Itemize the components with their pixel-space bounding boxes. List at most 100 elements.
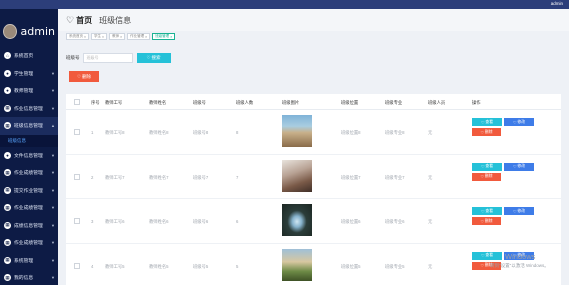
- chevron-down-icon: ▼: [51, 170, 55, 176]
- avatar[interactable]: [3, 23, 17, 39]
- edit-button[interactable]: ♡ 修改: [504, 118, 534, 126]
- cell-major: 班级专业7: [385, 174, 405, 180]
- sidebar-subitem[interactable]: 班级信息: [0, 134, 58, 147]
- cell-index: 4: [91, 263, 94, 269]
- tab-tag-label: 系统首页: [69, 34, 83, 38]
- cell-count: 7: [236, 174, 239, 180]
- sidebar-brand: admin: [3, 18, 55, 44]
- cell-index: 2: [91, 174, 94, 180]
- delete-selected-button[interactable]: ♡ 删除: [69, 71, 99, 82]
- row-checkbox[interactable]: [74, 173, 80, 180]
- page-header: ♡ 首页 班级信息: [58, 9, 569, 31]
- sidebar-item[interactable]: ▦ 作业成绩管理 ▼: [0, 164, 58, 182]
- edit-button[interactable]: ♡ 修改: [504, 162, 534, 171]
- eye-icon: ♡: [481, 209, 485, 214]
- close-icon[interactable]: ×: [102, 35, 104, 39]
- column-header: 班级专业: [385, 99, 403, 105]
- delete-button[interactable]: ♡ 删除: [472, 217, 501, 225]
- search-input[interactable]: 班级号: [82, 53, 133, 63]
- heart-icon: ♡: [146, 55, 151, 60]
- edit-button-label: 修改: [517, 119, 525, 124]
- select-all-checkbox[interactable]: [74, 99, 80, 105]
- table-row: 4 教师工号5 教师姓名5 班级号5 5 班级位置5 班级专业5 无 ♡ 查看 ♡ 修改 ♡ 删除: [66, 244, 561, 285]
- top-bar: admin: [0, 0, 569, 9]
- home-icon: ⌂: [4, 52, 11, 60]
- sidebar-item[interactable]: ● 教师管理 ▼: [0, 82, 58, 100]
- eye-icon: ♡: [481, 120, 485, 125]
- class-photo: [282, 248, 312, 281]
- table-header: 序号 教师工号 教师姓名 班级号 班级人数 班级图片 班级位置 班级专业 班级人员 操作: [66, 94, 561, 110]
- edit-button-label: 修改: [517, 164, 525, 168]
- top-user-name[interactable]: admin: [551, 1, 563, 6]
- breadcrumb-home[interactable]: 首页: [76, 15, 92, 26]
- sidebar-item[interactable]: ● 文件信息管理 ▼: [0, 147, 58, 165]
- close-icon[interactable]: ×: [145, 35, 147, 39]
- column-header: 班级位置: [341, 99, 359, 105]
- tab-tag[interactable]: 系统首页 ×: [66, 33, 90, 40]
- cell-teacher-id: 教师工号8: [105, 130, 125, 135]
- sidebar-item[interactable]: ▦ 我的信息 ▼: [0, 269, 58, 285]
- tab-tag[interactable]: 学生 ×: [91, 33, 108, 40]
- edit-icon: ♡: [513, 165, 517, 169]
- close-icon[interactable]: ×: [120, 35, 122, 39]
- grid-icon: ▦: [4, 256, 11, 264]
- close-icon[interactable]: ×: [84, 35, 86, 39]
- grid-icon: ▦: [4, 186, 11, 194]
- row-checkbox[interactable]: [74, 129, 80, 135]
- cell-count: 5: [236, 263, 239, 269]
- sidebar-item-label: 系统管理: [14, 258, 34, 264]
- cell-location: 班级位置5: [341, 263, 361, 269]
- cell-location: 班级位置8: [341, 130, 361, 135]
- view-button-label: 查看: [485, 253, 493, 257]
- view-button[interactable]: ♡ 查看: [472, 118, 502, 126]
- sidebar-item[interactable]: ▦ 提交作业管理 ▼: [0, 182, 58, 200]
- view-button[interactable]: ♡ 查看: [472, 251, 502, 260]
- sidebar-subitem-label: 班级信息: [8, 137, 26, 143]
- sidebar-item[interactable]: ▦ 作业信息管理 ▼: [0, 100, 58, 118]
- column-header: 教师姓名: [149, 99, 167, 105]
- cell-major: 班级专业5: [385, 263, 405, 269]
- sidebar-item-label: 作业信息管理: [14, 106, 43, 112]
- sidebar-item[interactable]: ▦ 成绩信息管理 ▼: [0, 217, 58, 235]
- sidebar-item-label: 班级信息管理: [14, 124, 43, 130]
- delete-button[interactable]: ♡ 删除: [472, 128, 501, 136]
- view-button[interactable]: ♡ 查看: [472, 162, 502, 171]
- close-icon[interactable]: ×: [170, 35, 172, 39]
- edit-button[interactable]: ♡ 修改: [504, 207, 534, 215]
- cell-count: 6: [236, 219, 239, 224]
- sidebar-item-label: 成绩信息管理: [14, 223, 43, 229]
- tab-tag[interactable]: 班级管理 ×: [152, 33, 176, 40]
- class-table: 序号 教师工号 教师姓名 班级号 班级人数 班级图片 班级位置 班级专业 班级人员 操作 1 教师工…: [66, 94, 561, 285]
- heart-icon: ♡: [76, 73, 82, 79]
- delete-button-label: 删除: [484, 174, 493, 178]
- cell-teacher-name: 教师姓名7: [149, 174, 169, 180]
- chevron-down-icon: ▼: [51, 187, 55, 193]
- tab-tag[interactable]: 作业管理 ×: [127, 33, 151, 40]
- sidebar-item[interactable]: ▦ 班级信息管理 ▲: [0, 117, 58, 135]
- chevron-up-icon: ▲: [51, 123, 55, 129]
- tab-tag[interactable]: 教师 ×: [109, 33, 126, 40]
- sidebar-item[interactable]: ⌂ 系統首页: [0, 47, 58, 65]
- edit-icon: ♡: [513, 209, 517, 214]
- sidebar: admin ⌂ 系統首页 ● 学生管理 ▼ ● 教师管理 ▼ ▦ 作业信息管理 ▼ ▦ 班级信息管理 ▲ 班…: [0, 9, 58, 285]
- windows-watermark: Windows: [505, 252, 536, 261]
- tab-tag-label: 班级管理: [155, 34, 170, 38]
- view-button[interactable]: ♡ 查看: [472, 207, 502, 215]
- row-checkbox[interactable]: [74, 262, 80, 269]
- page-title: 班级信息: [99, 15, 132, 25]
- edit-button-label: 修改: [517, 208, 525, 213]
- column-header: 班级人员: [428, 99, 446, 105]
- row-checkbox[interactable]: [74, 218, 80, 224]
- sidebar-item[interactable]: ▦ 作业成绩管理 ▼: [0, 234, 58, 252]
- sidebar-item[interactable]: ▦ 作业成绩管理 ▼: [0, 199, 58, 217]
- trash-icon: ♡: [480, 219, 484, 224]
- heart-icon: ♡: [66, 14, 75, 25]
- trash-icon: ♡: [480, 264, 484, 268]
- sidebar-item[interactable]: ▦ 系统管理 ▼: [0, 252, 58, 270]
- delete-button[interactable]: ♡ 删除: [472, 172, 501, 181]
- sidebar-item[interactable]: ● 学生管理 ▼: [0, 65, 58, 83]
- chevron-down-icon: ▼: [51, 152, 55, 158]
- class-photo: [282, 204, 312, 236]
- cell-location: 班级位置6: [341, 219, 361, 224]
- search-button[interactable]: ♡ 搜索: [136, 53, 171, 63]
